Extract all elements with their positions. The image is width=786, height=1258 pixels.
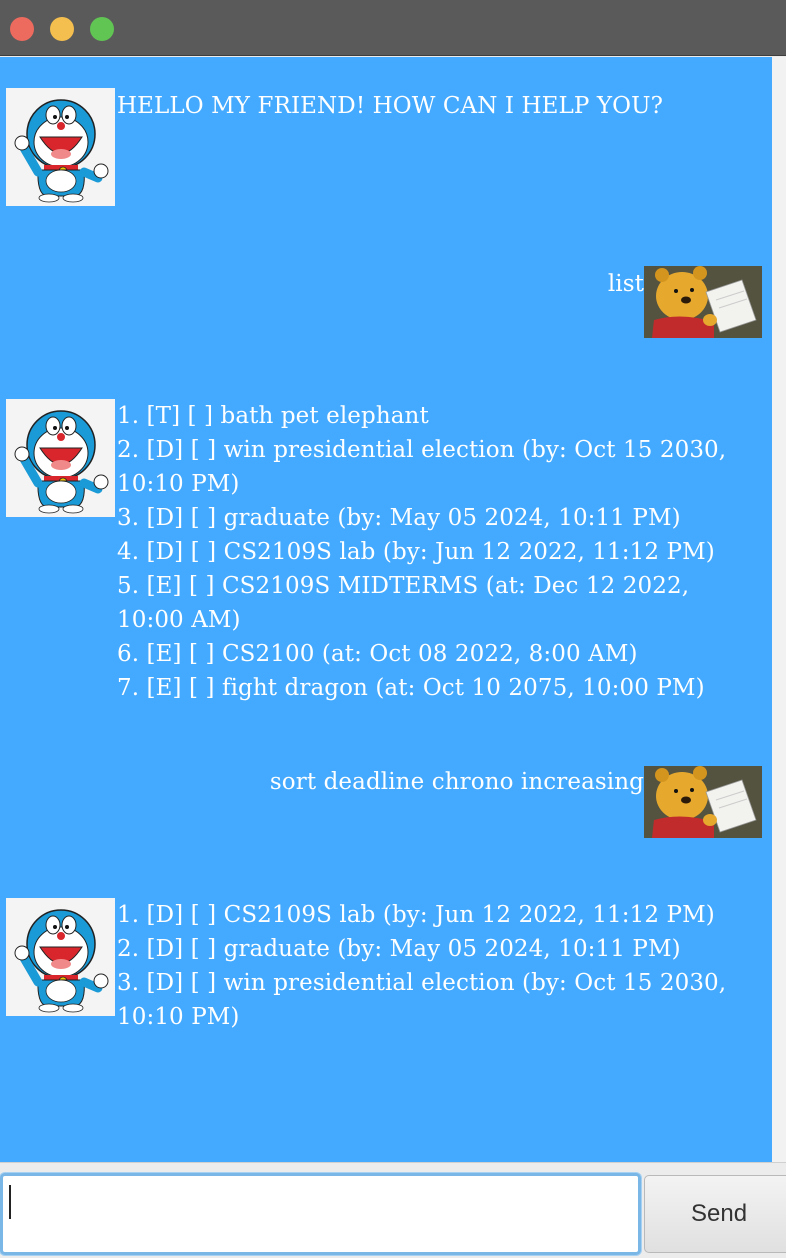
doraemon-avatar (6, 898, 115, 1016)
chat-scrollbar[interactable] (772, 57, 786, 1162)
input-bar: Send (0, 1162, 786, 1258)
send-button[interactable]: Send (644, 1175, 786, 1253)
close-window-button[interactable] (10, 17, 34, 41)
doraemon-avatar (6, 88, 115, 206)
bot-message: HELLO MY FRIEND! HOW CAN I HELP YOU? (117, 93, 664, 119)
user-message: sort deadline chrono increasing (269, 769, 644, 795)
message-input[interactable] (0, 1173, 641, 1255)
maximize-window-button[interactable] (90, 17, 114, 41)
bot-message: 1. [D] [ ] CS2109S lab (by: Jun 12 2022,… (117, 902, 727, 1030)
bot-message: 1. [T] [ ] bath pet elephant 2. [D] [ ] … (117, 403, 727, 701)
chat-dialog-area[interactable]: HELLO MY FRIEND! HOW CAN I HELP YOU? lis… (0, 57, 772, 1162)
pooh-avatar (644, 766, 762, 838)
text-caret (9, 1185, 11, 1219)
window-titlebar (0, 0, 786, 56)
minimize-window-button[interactable] (50, 17, 74, 41)
user-message: list (607, 271, 644, 297)
pooh-avatar (644, 266, 762, 338)
doraemon-avatar (6, 399, 115, 517)
